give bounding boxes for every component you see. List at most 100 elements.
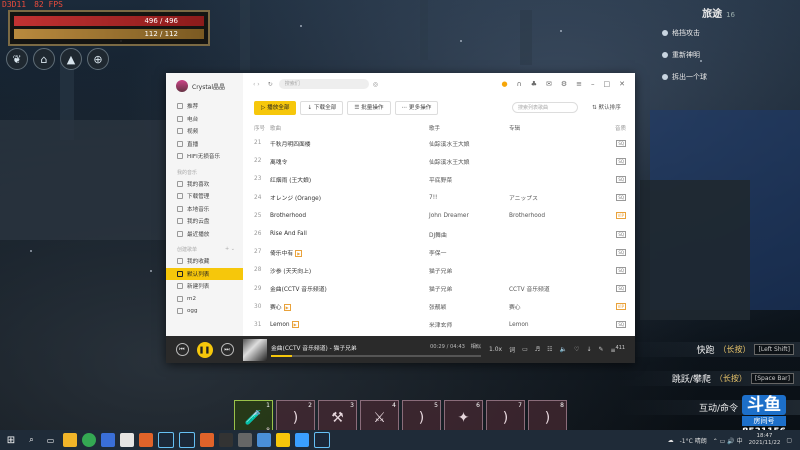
vip-icon[interactable]: ●	[501, 80, 507, 88]
comment-icon[interactable]: ✎	[598, 346, 603, 353]
row-album[interactable]: Brotherhood	[509, 213, 609, 219]
more-button[interactable]: ⋯ 更多操作	[394, 101, 439, 115]
user-profile[interactable]: Crystal晶晶	[166, 73, 243, 100]
notification-icon[interactable]: ▢	[786, 437, 792, 444]
app-icon[interactable]	[100, 433, 115, 447]
settings-icon[interactable]: ⚙	[561, 80, 567, 88]
speed-button[interactable]: 1.0x	[489, 346, 502, 353]
row-album[interactable]: Lemon	[509, 322, 609, 328]
row-title[interactable]: 倚乐中有 ▶	[270, 248, 429, 257]
app-icon[interactable]	[119, 433, 134, 447]
volume-icon[interactable]: 🔈	[560, 346, 567, 353]
task-view-icon[interactable]: ▭	[44, 433, 58, 447]
clock[interactable]: 18:47 2021/11/22	[749, 433, 781, 447]
headphone-icon[interactable]: ∩	[517, 80, 522, 88]
table-row[interactable]: 30 赛心 ▶ 张靓颖 赛心 VIP	[254, 298, 626, 316]
playlist-count[interactable]: ≡411	[611, 345, 626, 354]
file-explorer-icon[interactable]	[62, 433, 77, 447]
sidebar-item-cloud[interactable]: 我的云盘	[166, 215, 243, 228]
row-artist[interactable]: 7!!	[429, 195, 509, 201]
sidebar-item-recommend[interactable]: 推荐	[166, 100, 243, 113]
row-title[interactable]: オレンジ (Orange)	[270, 193, 429, 202]
sidebar-item-hifi[interactable]: HIFI无损音乐	[166, 150, 243, 163]
table-row[interactable]: 26 Rise And Fall DJ舞曲 SQ	[254, 225, 626, 243]
sidebar-item-downloads[interactable]: 下载管理	[166, 190, 243, 203]
sidebar-item-default-list[interactable]: 默认列表	[166, 267, 243, 280]
row-title[interactable]: Brotherhood	[270, 213, 429, 219]
eq-icon[interactable]: ♬	[535, 346, 540, 353]
row-artist[interactable]: 平底野菜	[429, 175, 509, 184]
chrome-icon[interactable]	[81, 433, 96, 447]
sort-button[interactable]: ⇅ 默认排序	[592, 103, 621, 111]
app-icon[interactable]	[138, 433, 153, 447]
search-input[interactable]: 搜索们	[278, 79, 369, 89]
row-artist[interactable]: 猫子兄弟	[429, 266, 509, 275]
row-title[interactable]: Lemon ▶	[270, 321, 429, 329]
row-album[interactable]: アニップス	[509, 193, 609, 202]
row-title[interactable]: Rise And Fall	[270, 231, 429, 237]
weather-icon[interactable]: ☁	[668, 437, 674, 444]
row-artist[interactable]: John Dreamer	[429, 213, 509, 219]
music-app-icon[interactable]	[275, 433, 290, 447]
play-all-button[interactable]: ▷ 播放全部	[254, 101, 297, 115]
sidebar-item-new-list[interactable]: 新建列表	[166, 280, 243, 293]
voice-search-icon[interactable]: ◎	[373, 81, 378, 88]
maximize-icon[interactable]: □	[604, 80, 611, 88]
sidebar-item-recent[interactable]: 最近播放	[166, 228, 243, 241]
queue-icon[interactable]: ☷	[547, 346, 552, 353]
row-artist[interactable]: 猫子兄弟	[429, 284, 509, 293]
batch-button[interactable]: ☰ 批量操作	[347, 101, 391, 115]
list-search-input[interactable]: 搜索列表歌曲	[512, 102, 578, 113]
row-album[interactable]: CCTV 音乐频道	[509, 284, 609, 293]
sidebar-item-local[interactable]: 本地音乐	[166, 203, 243, 216]
close-icon[interactable]: ✕	[619, 80, 625, 88]
row-title[interactable]: 千秋月明四面楼	[270, 139, 429, 148]
row-artist[interactable]: 仙踪溪水王大娘	[429, 139, 509, 148]
back-forward-icon[interactable]: ‹ ›	[253, 81, 260, 88]
table-row[interactable]: 22 离魂令 仙踪溪水王大娘 SQ	[254, 152, 626, 170]
mv-badge-icon[interactable]: ▶	[283, 304, 291, 312]
steam-icon[interactable]	[157, 432, 174, 448]
menu-icon[interactable]: ≡	[576, 80, 582, 88]
row-title[interactable]: 沙参 (天天向上)	[270, 266, 429, 275]
table-row[interactable]: 25 Brotherhood John Dreamer Brotherhood VIP	[254, 207, 626, 225]
row-title[interactable]: 离魂令	[270, 157, 429, 166]
row-title[interactable]: 金曲(CCTV 音乐频道)	[270, 284, 429, 293]
sidebar-item-radio[interactable]: 电台	[166, 113, 243, 126]
steam-icon[interactable]	[313, 432, 330, 448]
row-artist[interactable]: 仙踪溪水王大娘	[429, 157, 509, 166]
table-row[interactable]: 28 沙参 (天天向上) 猫子兄弟 SQ	[254, 261, 626, 279]
mv-badge-icon[interactable]: ▶	[295, 249, 303, 257]
search-icon[interactable]: ⌕	[25, 433, 39, 447]
row-title[interactable]: 赛心 ▶	[270, 302, 429, 312]
sidebar-item-favorites[interactable]: 我的收藏	[166, 255, 243, 268]
lyrics-icon[interactable]: 词	[509, 345, 515, 354]
row-album[interactable]: 赛心	[509, 302, 609, 311]
sidebar-item-video[interactable]: 视频	[166, 125, 243, 138]
row-artist[interactable]: 米津玄师	[429, 320, 509, 329]
add-playlist-icon[interactable]: + ⌄	[225, 246, 235, 252]
row-title[interactable]: 红烟雨 (王大娘)	[270, 175, 429, 184]
like-icon[interactable]: ♡	[574, 346, 579, 353]
mv-icon[interactable]: ▭	[522, 346, 528, 353]
app-icon[interactable]	[256, 433, 271, 447]
sidebar-item-ogg[interactable]: ogg	[166, 305, 243, 318]
table-row[interactable]: 24 オレンジ (Orange) 7!! アニップス SQ	[254, 189, 626, 207]
app-icon[interactable]	[237, 433, 252, 447]
tray-icons[interactable]: ⌃ ▭ 🔊 中	[713, 436, 743, 445]
message-icon[interactable]: ✉	[546, 80, 552, 88]
sidebar-item-live[interactable]: 直播	[166, 138, 243, 151]
row-artist[interactable]: 张靓颖	[429, 302, 509, 311]
app-icon[interactable]	[199, 433, 214, 447]
table-row[interactable]: 23 红烟雨 (王大娘) 平底野菜 SQ	[254, 170, 626, 188]
row-artist[interactable]: DJ舞曲	[429, 230, 509, 239]
avatar[interactable]	[176, 80, 188, 92]
mv-badge-icon[interactable]: ▶	[291, 321, 299, 329]
download-icon[interactable]: ↓	[586, 346, 591, 353]
previous-icon[interactable]: ⏮	[175, 343, 189, 356]
sidebar-item-liked[interactable]: 我的喜欢	[166, 178, 243, 191]
table-row[interactable]: 29 金曲(CCTV 音乐频道) 猫子兄弟 CCTV 音乐频道 SQ	[254, 280, 626, 298]
table-row[interactable]: 27 倚乐中有 ▶ 李保一 SQ	[254, 243, 626, 261]
table-row[interactable]: 21 千秋月明四面楼 仙踪溪水王大娘 SQ	[254, 134, 626, 152]
app-icon[interactable]	[294, 433, 309, 447]
